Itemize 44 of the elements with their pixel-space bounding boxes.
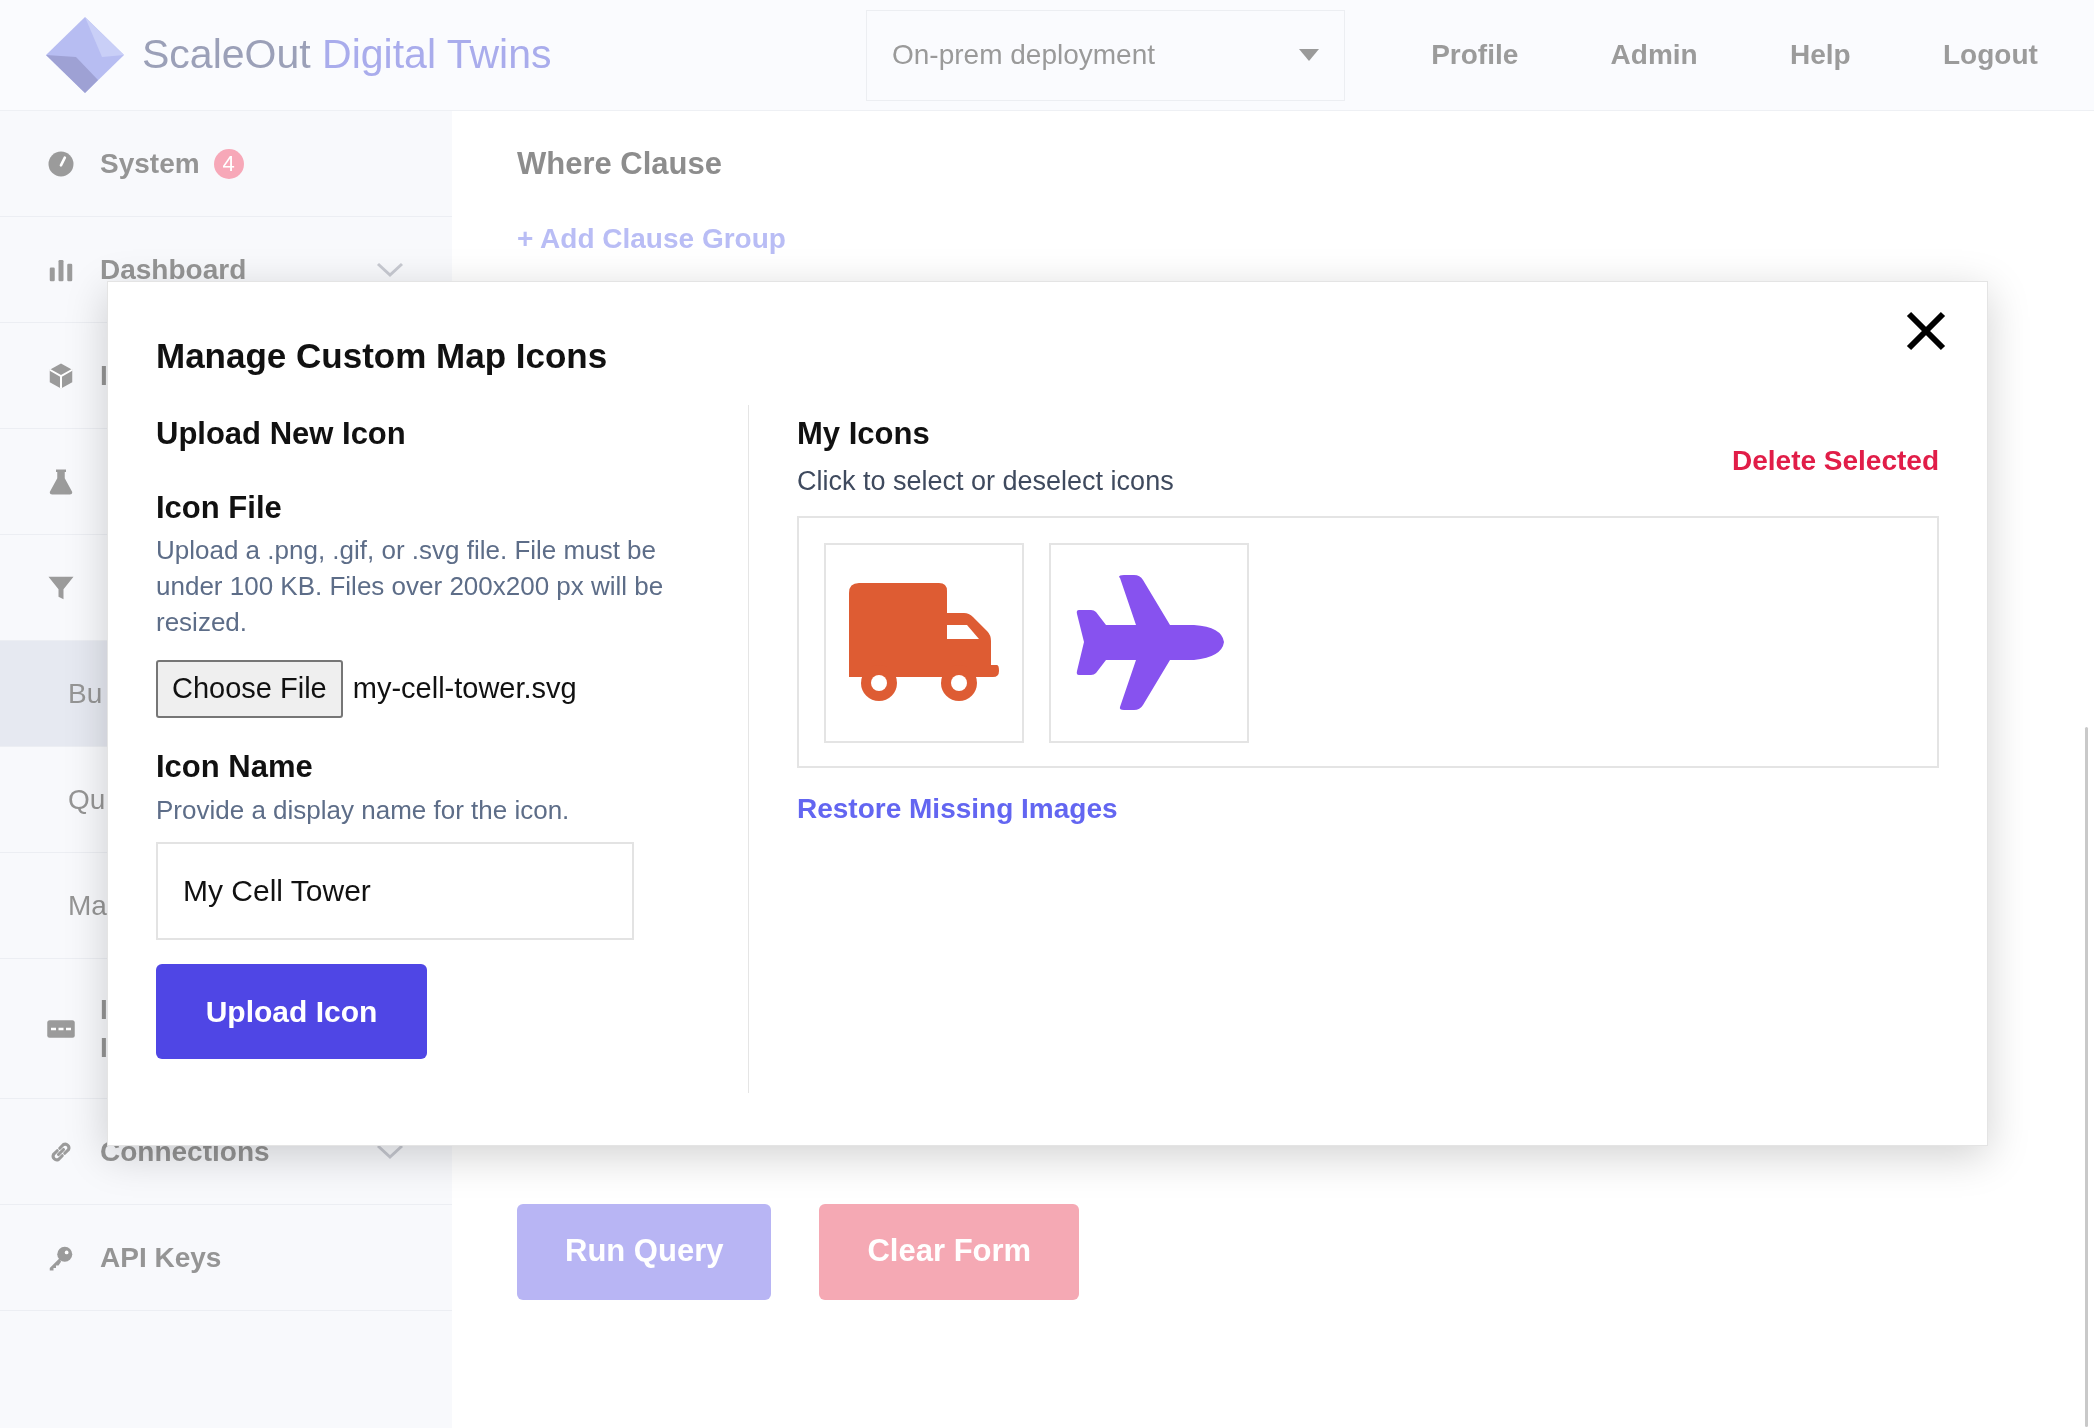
sidebar-label: Qu [68,782,106,817]
section-heading: My Icons [797,414,931,453]
sidebar-label: I [100,992,108,1027]
delete-selected-link[interactable]: Delete Selected [1732,439,1939,482]
section-heading: Upload New Icon [156,414,407,453]
sidebar-label: I [100,1030,108,1065]
clear-form-button[interactable]: Clear Form [819,1203,1080,1300]
nav-link[interactable]: Help [1790,34,1851,76]
sidebar-label: I [100,358,108,393]
nav-link[interactable]: Admin [1610,34,1698,76]
brand-name: ScaleOut Digital Twins [142,30,552,80]
field-label: Icon Name [156,747,314,786]
restore-images-link[interactable]: Restore Missing Images [797,787,1939,830]
count-badge: 4 [213,148,244,179]
file-name: my-cell-tower.svg [352,670,577,706]
sidebar-label: Connections [100,1134,270,1169]
help-text: Upload a .png, .gif, or .svg file. File must be under 100 KB. Files over 200x200 px will be resized. [156,533,665,639]
scrollbar-thumb[interactable] [2085,727,2088,1427]
add-clause-group-link[interactable]: + Add Clause Group [517,217,2094,260]
close-icon [1906,311,1946,351]
icon-tile[interactable] [824,542,1024,743]
airplane-icon [1074,575,1224,710]
choose-file-button[interactable]: Choose File [156,659,343,718]
sidebar-label: Bu [68,676,103,711]
help-text: Provide a display name for the icon. [156,794,571,827]
sidebar-label: Dashboard [100,252,247,287]
sidebar-label: Ma [68,888,107,923]
nav-link[interactable]: Logout [1942,34,2038,76]
caret-icon [1299,49,1319,61]
upload-icon-button[interactable]: Upload Icon [156,964,427,1059]
icon-name-field[interactable]: My Cell Tower [156,842,634,940]
logo-icon [46,17,124,93]
truck-icon [849,582,999,703]
deployment-dropdown[interactable]: On-prem deployment [866,9,1345,101]
sidebar-label: System [100,146,200,181]
icon-tile[interactable] [1049,542,1249,743]
run-query-button[interactable]: Run Query [517,1203,772,1300]
section-title: Where Clause [517,145,723,183]
modal-title: Manage Custom Map Icons [156,335,609,377]
field-label: Icon File [156,489,283,527]
sidebar-label: API Keys [100,1240,222,1275]
help-text: Click to select or deselect icons [797,465,1174,498]
sidebar-item[interactable]: Bu [0,641,110,747]
nav-link[interactable]: Profile [1431,34,1519,76]
